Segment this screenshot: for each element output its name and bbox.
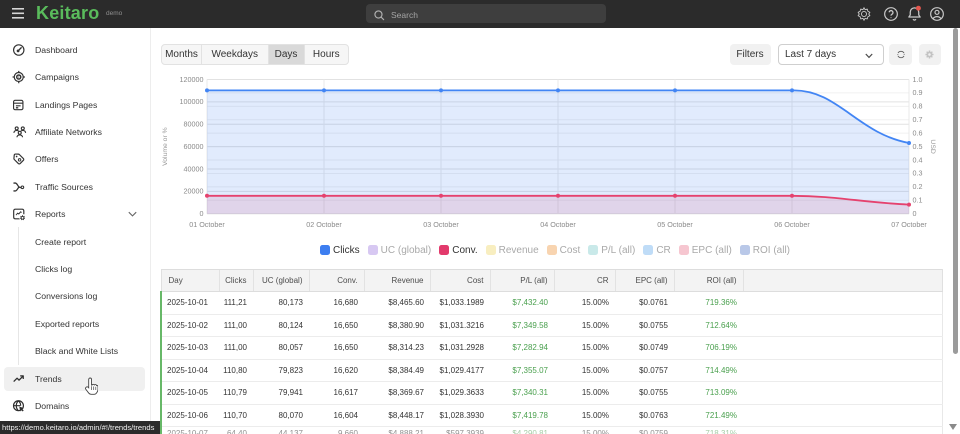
svg-text:100000: 100000 <box>180 97 204 106</box>
svg-text:02 October: 02 October <box>306 220 342 229</box>
svg-text:USD: USD <box>929 139 936 153</box>
svg-text:0.9: 0.9 <box>913 88 923 97</box>
svg-text:0: 0 <box>200 209 204 218</box>
svg-text:40000: 40000 <box>184 164 204 173</box>
svg-text:04 October: 04 October <box>540 220 576 229</box>
svg-text:07 October: 07 October <box>891 220 927 229</box>
svg-text:20000: 20000 <box>184 187 204 196</box>
svg-text:0.4: 0.4 <box>913 155 923 164</box>
svg-text:0.8: 0.8 <box>913 102 923 111</box>
svg-text:0.3: 0.3 <box>913 169 923 178</box>
svg-text:120000: 120000 <box>180 75 204 84</box>
svg-text:0.5: 0.5 <box>913 142 923 151</box>
svg-text:0.1: 0.1 <box>913 196 923 205</box>
svg-text:60000: 60000 <box>184 142 204 151</box>
svg-text:0: 0 <box>913 209 917 218</box>
svg-text:05 October: 05 October <box>657 220 693 229</box>
svg-text:03 October: 03 October <box>423 220 459 229</box>
svg-text:80000: 80000 <box>184 120 204 129</box>
svg-text:01 October: 01 October <box>189 220 225 229</box>
svg-text:0.6: 0.6 <box>913 128 923 137</box>
svg-text:06 October: 06 October <box>774 220 810 229</box>
svg-text:1.0: 1.0 <box>913 75 923 84</box>
svg-text:0.7: 0.7 <box>913 115 923 124</box>
svg-text:Volume or %: Volume or % <box>162 127 169 166</box>
svg-text:0.2: 0.2 <box>913 182 923 191</box>
